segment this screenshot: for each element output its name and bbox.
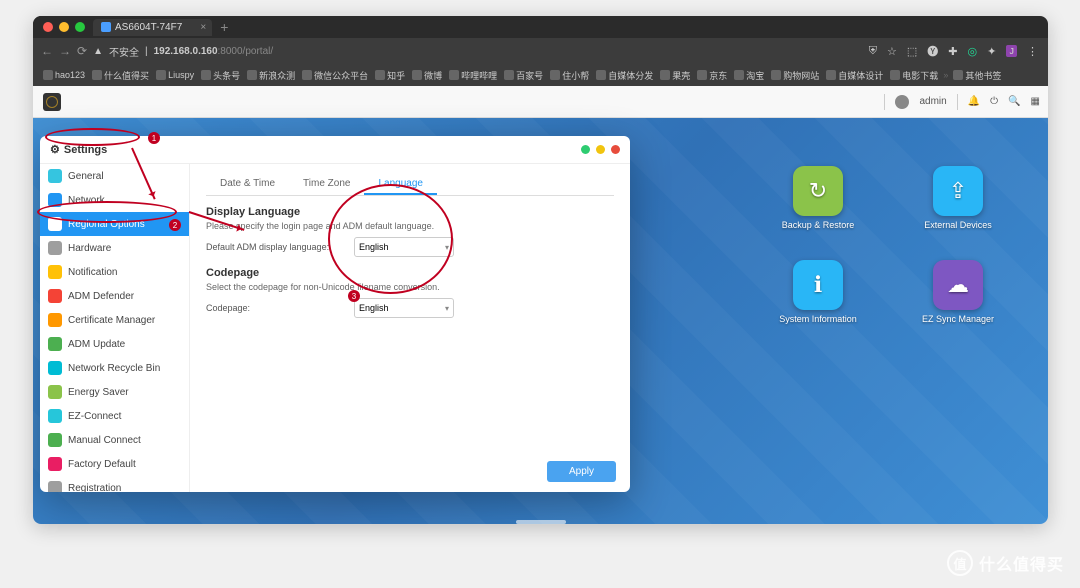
desktop-icon[interactable]: ℹSystem Information [768,260,868,324]
security-label: 不安全 [109,44,139,59]
section-desc: Please specify the login page and ADM de… [206,221,614,231]
settings-sidebar: GeneralNetworkRegional OptionsHardwareNo… [40,164,190,492]
bookmark-item[interactable]: 京东 [695,69,729,82]
browser-tabbar: AS6604T-74F7 × + [33,16,1048,38]
bookmark-item[interactable]: 微信公众平台 [300,69,370,82]
desktop-icon[interactable]: ☁EZ Sync Manager [908,260,1008,324]
browser-tab[interactable]: AS6604T-74F7 × [93,19,212,36]
bookmark-item[interactable]: 自媒体设计 [824,69,885,82]
bookmark-item[interactable]: 微博 [410,69,444,82]
bell-icon[interactable]: 🔔 [968,96,980,107]
star-icon[interactable]: ☆ [887,45,897,58]
watermark-text: 什么值得买 [979,551,1064,575]
grid-icon[interactable]: ▦ [1031,96,1040,107]
sidebar-item[interactable]: Energy Saver [40,380,189,404]
watermark-icon: 值 [947,550,973,576]
sidebar-item[interactable]: Network Recycle Bin [40,356,189,380]
sidebar-item[interactable]: Manual Connect [40,428,189,452]
watermark: 值 什么值得买 [947,550,1064,576]
new-tab-icon[interactable]: + [220,19,228,35]
sidebar-item[interactable]: Regional Options [40,212,189,236]
adm-logo-icon[interactable] [43,93,61,111]
bookmark-item[interactable]: 新浪众测 [245,69,297,82]
tab-favicon [101,22,111,32]
forward-icon[interactable]: → [59,44,71,58]
search-icon[interactable]: 🔍 [1008,96,1020,107]
bookmark-item[interactable]: hao123 [41,70,87,80]
power-icon[interactable]: ⏻ [990,96,998,107]
min-icon[interactable] [581,145,590,154]
menu-icon[interactable]: ⋮ [1027,45,1038,58]
extensions-icon[interactable]: ✦ [987,45,996,58]
settings-titlebar: ⚙ Settings [40,136,630,164]
sidebar-item[interactable]: Certificate Manager [40,308,189,332]
tab-time zone[interactable]: Time Zone [289,174,364,195]
reload-icon[interactable]: ⟳ [77,44,87,58]
sidebar-item[interactable]: Network [40,188,189,212]
settings-window: ⚙ Settings GeneralNetworkRegional Options… [40,136,630,492]
sidebar-item[interactable]: Factory Default [40,452,189,476]
desktop-icons: ↻Backup & Restore ⇪External Devices ℹSyste… [768,166,1008,324]
max-icon[interactable] [596,145,605,154]
bookmark-item[interactable]: Liuspy [154,70,196,80]
url-field[interactable]: 192.168.0.160:8000/portal/ [154,46,861,57]
close-dot[interactable] [43,22,53,32]
desktop-icon[interactable]: ⇪External Devices [908,166,1008,230]
bookmark-item[interactable]: 其他书签 [951,69,1003,82]
bookmark-item[interactable]: 果壳 [658,69,692,82]
section-desc: Select the codepage for non-Unicode file… [206,282,614,292]
sidebar-item[interactable]: General [40,164,189,188]
sidebar-item[interactable]: Hardware [40,236,189,260]
shield-icon[interactable]: ⛨ [869,45,877,58]
minimize-dot[interactable] [59,22,69,32]
bookmark-item[interactable]: 淘宝 [732,69,766,82]
tab-title: AS6604T-74F7 [115,22,182,33]
user-label: admin [919,96,946,107]
section-heading: Codepage [206,267,614,279]
adm-desktop: admin 🔔 ⏻ 🔍 ▦ ↻Backup & Restore ⇪External… [33,86,1048,524]
section-heading: Display Language [206,206,614,218]
settings-tabs: Date & TimeTime ZoneLanguage [206,174,614,196]
zoom-dot[interactable] [75,22,85,32]
display-language-section: Display Language Please specify the logi… [206,206,614,257]
bookmark-item[interactable]: 知乎 [373,69,407,82]
url-bar: ← → ⟳ ▲ 不安全 | 192.168.0.160:8000/portal/… [33,38,1048,64]
bookmark-item[interactable]: 头条号 [199,69,242,82]
window-traffic-lights [33,16,95,38]
field-label: Default ADM display language: [206,242,346,252]
apply-button[interactable]: Apply [547,461,616,482]
sidebar-item[interactable]: Registration [40,476,189,492]
browser-window: AS6604T-74F7 × + ← → ⟳ ▲ 不安全 | 192.168.0… [33,16,1048,524]
bookmark-item[interactable]: 住小帮 [548,69,591,82]
sidebar-item[interactable]: EZ-Connect [40,404,189,428]
close-icon[interactable]: × [200,22,206,33]
settings-title: Settings [64,144,107,156]
bookmark-item[interactable]: 购物网站 [769,69,821,82]
tab-language[interactable]: Language [364,174,437,195]
adm-topbar: admin 🔔 ⏻ 🔍 ▦ [33,86,1048,118]
bookmark-item[interactable]: 哔哩哔哩 [447,69,499,82]
settings-main: Date & TimeTime ZoneLanguage Display Lan… [190,164,630,492]
back-icon[interactable]: ← [41,44,53,58]
sidebar-item[interactable]: ADM Update [40,332,189,356]
sidebar-item[interactable]: ADM Defender [40,284,189,308]
bookmark-item[interactable]: 百家号 [502,69,545,82]
bookmark-item[interactable]: 电影下载 [888,69,940,82]
bookmark-item[interactable]: 什么值得买 [90,69,151,82]
sidebar-item[interactable]: Notification [40,260,189,284]
codepage-select[interactable]: English [354,298,454,318]
field-label: Codepage: [206,303,346,313]
security-icon: ▲ [93,46,103,57]
codepage-section: Codepage Select the codepage for non-Uni… [206,267,614,318]
gear-icon: ⚙ [50,143,60,156]
bookmark-bar: hao123什么值得买Liuspy头条号新浪众测微信公众平台知乎微博哔哩哔哩百家… [33,64,1048,86]
avatar-icon[interactable] [895,95,909,109]
close-icon[interactable] [611,145,620,154]
desktop-icon[interactable]: ↻Backup & Restore [768,166,868,230]
display-language-select[interactable]: English [354,237,454,257]
dock-indicator [516,520,566,524]
bookmark-item[interactable]: 自媒体分发 [594,69,655,82]
tab-date & time[interactable]: Date & Time [206,174,289,195]
